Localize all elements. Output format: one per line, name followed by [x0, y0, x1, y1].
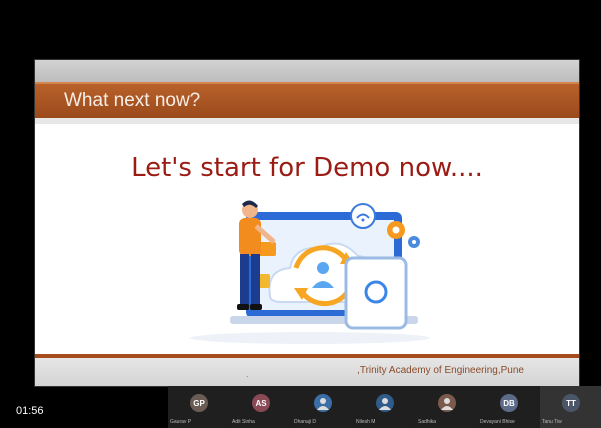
participant-name: Dhanaji D	[294, 419, 316, 425]
participant-name: Adit Sinha	[232, 419, 255, 425]
participant-tile[interactable]: DB Devayani Bhise	[478, 386, 539, 428]
participant-name: Nilesh M	[356, 419, 376, 425]
user-photo-icon	[379, 398, 391, 410]
participant-avatar	[438, 394, 456, 412]
participant-tile[interactable]: Sadhika	[416, 386, 477, 428]
presentation-slide: What next now? Let's start for Demo now.…	[35, 60, 579, 386]
user-photo-icon	[441, 398, 453, 410]
participant-tile[interactable]: TT Tanu Tiw	[540, 386, 601, 428]
cloud-sync-illustration	[190, 200, 430, 344]
user-photo-icon	[317, 398, 329, 410]
participant-name: Gaurav P	[170, 419, 192, 425]
footer-dot: .	[246, 369, 249, 379]
participant-avatar: DB	[500, 394, 518, 412]
participant-tile[interactable]: Dhanaji D	[292, 386, 353, 428]
participant-name: Tanu Tiw	[542, 419, 562, 425]
participant-tile[interactable]: AS Adit Sinha	[230, 386, 291, 428]
title-underline	[35, 118, 579, 124]
participant-tile[interactable]: Nilesh M	[354, 386, 415, 428]
participant-name: Sadhika	[418, 419, 437, 425]
slide-footer: . ,Trinity Academy of Engineering,Pune	[35, 358, 579, 386]
slide-title: What next now?	[64, 90, 201, 111]
slide-headline: Let's start for Demo now....	[131, 153, 483, 183]
slide-title-bar: What next now?	[35, 82, 579, 120]
participant-avatar	[376, 394, 394, 412]
participant-avatar	[314, 394, 332, 412]
participant-avatar: AS	[252, 394, 270, 412]
participant-strip: GP Gaurav P AS Adit Sinha Dhanaji D Nile…	[168, 386, 601, 428]
participant-tile[interactable]: GP Gaurav P	[168, 386, 229, 428]
slide-top-band	[35, 60, 579, 82]
participant-avatar: TT	[562, 394, 580, 412]
call-timer: 01:56	[16, 405, 44, 417]
participant-avatar: GP	[190, 394, 208, 412]
participant-name: Devayani Bhise	[480, 419, 515, 425]
footer-institution: ,Trinity Academy of Engineering,Pune	[357, 365, 524, 376]
